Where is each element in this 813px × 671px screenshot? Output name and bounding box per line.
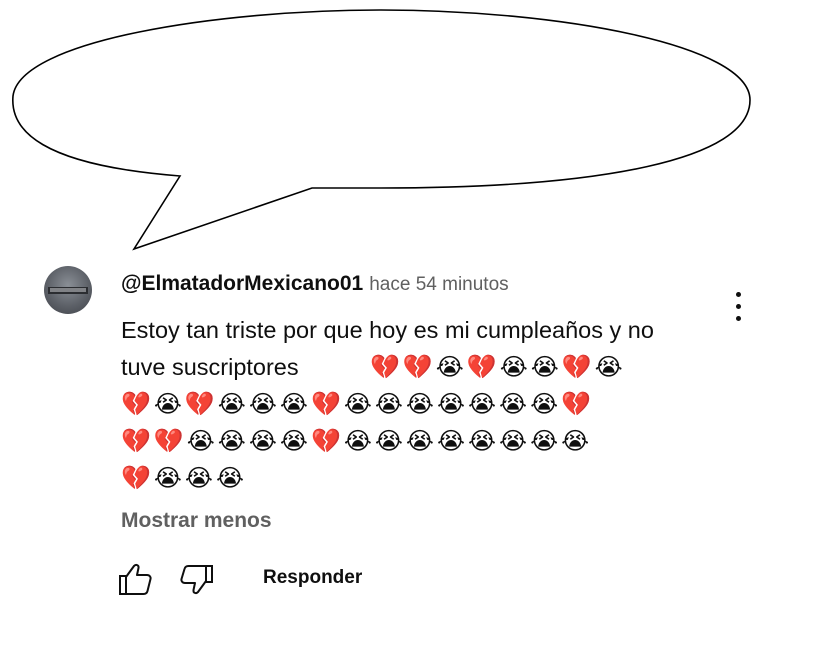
emoji-line-2: 💔😭💔😭😭😭💔😭😭😭😭😭😭😭💔 [121, 390, 595, 418]
author-name[interactable]: @ElmatadorMexicano01 [121, 272, 363, 295]
avatar[interactable] [44, 266, 92, 314]
reply-button[interactable]: Responder [263, 567, 362, 589]
avatar-band-text [50, 288, 86, 292]
more-vertical-icon[interactable] [726, 290, 750, 324]
thumbs-up-icon [119, 563, 152, 595]
comment-header: @ElmatadorMexicano01 hace 54 minutos [121, 272, 509, 296]
emoji-line-4: 💔😭😭😭 [121, 464, 248, 492]
show-less-button[interactable]: Mostrar menos [121, 509, 272, 533]
thumbs-down-icon [180, 565, 213, 595]
emoji-line-1: 💔💔😭💔😭😭💔😭 [370, 353, 626, 381]
speech-bubble [12, 9, 751, 251]
dislike-button[interactable] [178, 560, 218, 600]
comment-time[interactable]: hace 54 minutos [369, 274, 508, 295]
emoji-line-3: 💔💔😭😭😭😭💔😭😭😭😭😭😭😭😭 [121, 427, 593, 455]
like-button[interactable] [116, 560, 156, 600]
